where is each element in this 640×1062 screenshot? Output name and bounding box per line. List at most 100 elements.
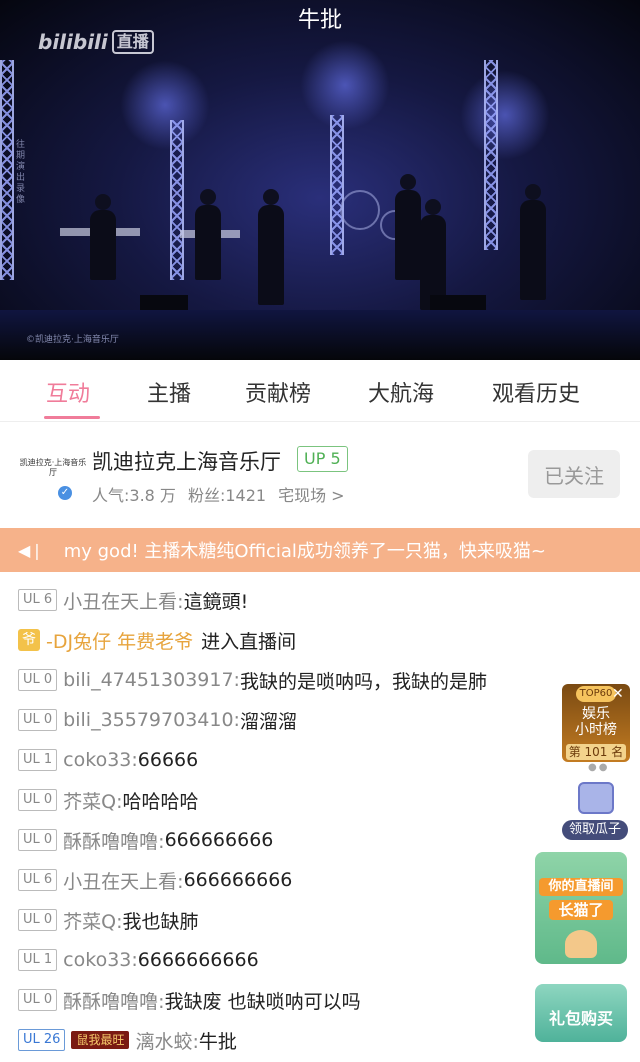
chat-message: 溜溜溜 [239, 710, 297, 733]
chat-row: UL 0 bili_35579703410: 溜溜溜 [18, 704, 297, 736]
stage-light [120, 60, 210, 150]
anchor-stats: 人气:3.8 万 粉丝:1421 宅现场 > [92, 482, 345, 506]
user-level-badge: UL 0 [18, 909, 58, 931]
chat-row: UL 6 小丑在天上看: 這鏡頭! [18, 584, 248, 616]
popularity-count: 人气:3.8 万 [92, 486, 176, 505]
close-icon[interactable]: ✕ [612, 686, 624, 702]
chat-username[interactable]: bili_35579703410: [63, 709, 240, 731]
tab-interaction[interactable]: 互动 [46, 376, 90, 408]
rank-badge: TOP60 [576, 686, 616, 702]
user-level-badge: UL 0 [18, 709, 58, 731]
chat-row: UL 1 coko33: 6666666666 [18, 944, 259, 976]
anchor-info: 凯迪拉克·上海音乐厅 ✓ 凯迪拉克上海音乐厅 UP 5 人气:3.8 万 粉丝:… [0, 426, 640, 526]
pager-dots: ●● [588, 762, 610, 773]
vip-icon: 爷 [18, 629, 40, 651]
user-level-badge: UL 0 [18, 989, 58, 1011]
stage-light [300, 40, 390, 130]
up-level-badge: UP 5 [297, 446, 348, 472]
user-level-badge: UL 0 [18, 829, 58, 851]
tab-contribution[interactable]: 贡献榜 [245, 376, 311, 408]
rank-category: 娱乐 [582, 706, 610, 722]
anchor-name: 凯迪拉克上海音乐厅 [92, 450, 281, 474]
chat-username[interactable]: 小丑在天上看: [63, 867, 183, 894]
chat-message: 我也缺肺 [122, 910, 199, 933]
announcement-bar[interactable]: ◀︎❘ my god! 主播木糖纯Official成功领养了一只猫，快来吸猫~ [0, 528, 640, 572]
chat-username[interactable]: coko33: [63, 949, 138, 971]
user-level-badge: UL 26 [18, 1029, 66, 1051]
active-tab-indicator [44, 416, 100, 419]
chat-message: 我缺废 也缺唢呐可以吗 [164, 990, 361, 1013]
tab-history[interactable]: 观看历史 [492, 376, 580, 408]
user-level-badge: UL 0 [18, 789, 58, 811]
box-shape [578, 782, 614, 814]
live-logo-box: 直播 [111, 30, 154, 54]
follow-button[interactable]: 已关注 [528, 450, 620, 498]
chat-message: 66666 [137, 749, 199, 771]
chat-row: UL 0 酥酥噜噜噜: 666666666 [18, 824, 273, 856]
chat-username[interactable]: 小丑在天上看: [63, 587, 183, 614]
user-level-badge: UL 0 [18, 669, 58, 691]
user-level-badge: UL 6 [18, 869, 58, 891]
tab-guard[interactable]: 大航海 [368, 376, 434, 408]
chat-row: UL 0 芥菜Q: 我也缺肺 [18, 904, 199, 936]
treasure-box-icon[interactable] [566, 782, 626, 818]
avatar[interactable]: 凯迪拉克·上海音乐厅 [18, 448, 88, 488]
bilibili-live-logo: bilibili 直播 [38, 30, 154, 54]
chat-message: 牛批 [198, 1030, 237, 1053]
chat-row: UL 0 芥菜Q: 哈哈哈哈 [18, 784, 199, 816]
chat-row: UL 0 酥酥噜噜噜: 我缺废 也缺唢呐可以吗 [18, 984, 361, 1016]
fans-count: 粉丝:1421 [187, 486, 267, 505]
chat-username[interactable]: 芥菜Q: [63, 787, 122, 814]
chat-message: 這鏡頭! [183, 590, 249, 613]
user-level-badge: UL 1 [18, 749, 58, 771]
chat-username[interactable]: 酥酥噜噜噜: [63, 987, 164, 1014]
stage-truss [330, 115, 344, 255]
live-room-page: 牛批 bilibili 直播 往期演出录像 ©凯迪拉克·上海音乐厅 互动 主播 … [0, 0, 640, 1062]
video-player[interactable]: 牛批 bilibili 直播 往期演出录像 ©凯迪拉克·上海音乐厅 [0, 0, 640, 360]
tab-anchor[interactable]: 主播 [147, 376, 191, 408]
chat-row: UL 26 鼠我最旺 漓水蛟: 牛批 [18, 1024, 237, 1056]
tab-bar: 互动 主播 贡献榜 大航海 观看历史 [0, 360, 640, 422]
speaker-icon: ◀︎❘ [18, 540, 44, 560]
announcement-text: my god! 主播木糖纯Official成功领养了一只猫，快来吸猫~ [63, 541, 547, 562]
fan-medal: 鼠我最旺 [71, 1031, 130, 1049]
replay-note: 往期演出录像 [16, 140, 26, 205]
chat-row: UL 0 bili_47451303917: 我缺的是唢呐吗，我缺的是肺 [18, 664, 487, 696]
gift-pack-banner[interactable]: 礼包购买 [535, 984, 627, 1042]
chat-username[interactable]: -DJ兔仔 年费老爷 [46, 627, 193, 654]
musician-silhouette [520, 184, 546, 300]
cat-banner-line1: 你的直播间 [539, 878, 623, 896]
area-link[interactable]: 宅现场 > [278, 482, 345, 506]
chat-username[interactable]: 酥酥噜噜噜: [63, 827, 164, 854]
chat-message: 进入直播间 [201, 630, 297, 653]
verified-icon: ✓ [58, 486, 72, 500]
user-level-badge: UL 1 [18, 949, 58, 971]
bilibili-logo-text: bilibili [38, 30, 108, 54]
chat-username[interactable]: coko33: [63, 749, 138, 771]
chat-message: 6666666666 [137, 949, 259, 971]
chat-message: 666666666 [164, 829, 274, 851]
rank-position: 第 101 名 [566, 744, 626, 760]
chat-message: 666666666 [183, 869, 293, 891]
drum-shape [340, 190, 380, 230]
cat-banner-line2: 长猫了 [549, 900, 613, 920]
chat-message: 哈哈哈哈 [122, 790, 199, 813]
user-level-badge: UL 6 [18, 589, 58, 611]
musician-silhouette [258, 189, 284, 305]
rank-type: 小时榜 [575, 722, 617, 738]
stage-truss [170, 120, 184, 280]
cat-icon [565, 930, 597, 958]
musician-silhouette [395, 174, 421, 280]
claim-melon-seeds-button[interactable]: 领取瓜子 [562, 820, 628, 840]
chat-username[interactable]: 漓水蛟: [135, 1027, 198, 1054]
chat-row: UL 1 coko33: 66666 [18, 744, 198, 776]
avatar-logo-text: 凯迪拉克·上海音乐厅 [19, 458, 87, 477]
video-copyright: ©凯迪拉克·上海音乐厅 [26, 335, 119, 345]
stage-truss [484, 60, 498, 250]
chat-message: 我缺的是唢呐吗，我缺的是肺 [239, 670, 487, 693]
chat-username[interactable]: 芥菜Q: [63, 907, 122, 934]
chat-username[interactable]: bili_47451303917: [63, 669, 240, 691]
chat-row-vip-enter: 爷 -DJ兔仔 年费老爷 进入直播间 [18, 624, 296, 656]
cat-event-banner[interactable]: 你的直播间 长猫了 [535, 852, 627, 964]
stage-truss [0, 60, 14, 280]
